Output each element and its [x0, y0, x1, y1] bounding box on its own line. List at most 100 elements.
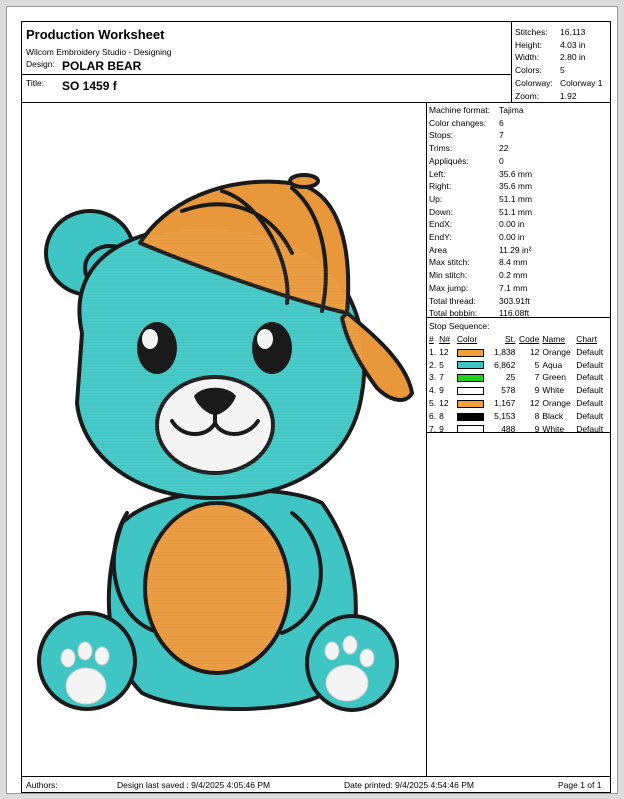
- sequence-chart: Default: [576, 359, 604, 370]
- stop-sequence-table: # N# Color St. Code Name Chart 1. 12 1,838 12 Oran…: [429, 333, 610, 435]
- sequence-code: 12: [529, 398, 540, 409]
- summary-value: 4.03 in: [560, 39, 586, 50]
- summary-row: Width: 2.80 in: [515, 51, 603, 64]
- machine-info-row: Area 11.29 in²: [429, 244, 532, 257]
- software-name: Wilcom Embroidery Studio - Designing: [26, 47, 172, 57]
- machine-info-label: EndY:: [429, 232, 452, 243]
- sequence-n: 8: [439, 410, 444, 421]
- machine-info-label: Machine format:: [429, 105, 490, 115]
- color-swatch: [456, 399, 484, 408]
- stop-sequence-title: Stop Sequence:: [429, 321, 490, 331]
- sequence-header: Code: [519, 334, 540, 345]
- sequence-st: 1,838: [494, 346, 516, 357]
- sequence-code: 12: [529, 346, 540, 357]
- sequence-header: Name: [542, 334, 566, 345]
- title-label: Title:: [26, 78, 45, 88]
- machine-info-value: 0.2 mm: [499, 270, 528, 281]
- sequence-row: 6. 8 5,153 8 Black Default: [429, 409, 610, 422]
- color-swatch: [456, 348, 484, 357]
- summary-value: Colorway 1: [560, 77, 603, 88]
- machine-info-row: Stops: 7: [429, 129, 532, 142]
- footer-date-printed: Date printed: 9/4/2025 4:54:46 PM: [344, 780, 474, 790]
- machine-info-row: Max stitch: 8.4 mm: [429, 256, 532, 269]
- design-title: SO 1459 f: [62, 79, 117, 93]
- machine-info-label: Total bobbin:: [429, 308, 478, 319]
- sequence-num: 3.: [429, 372, 437, 383]
- sequence-st: 488: [501, 423, 516, 434]
- machine-info-value: 0.00 in: [499, 219, 525, 230]
- sequence-st: 6,862: [494, 359, 516, 370]
- machine-info-row: Total thread: 303.91ft: [429, 295, 532, 308]
- machine-info-row: Appliqués: 0: [429, 155, 532, 168]
- sequence-row: 5. 12 1,167 12 Orange Default: [429, 397, 610, 410]
- sequence-color-swatch: [456, 346, 493, 359]
- sequence-n: 9: [439, 423, 444, 434]
- machine-info-value: 8.4 mm: [499, 257, 528, 268]
- machine-info-value: 35.6 mm: [499, 168, 533, 179]
- machine-info-value: 51.1 mm: [499, 206, 533, 217]
- machine-info-label: Max stitch:: [429, 257, 470, 268]
- sequence-row: 4. 9 578 9 White Default: [429, 384, 610, 397]
- sequence-header: Color: [456, 334, 478, 345]
- summary-label: Colors:: [515, 65, 542, 76]
- sequence-name: White: [542, 423, 565, 434]
- summary-label: Width:: [515, 52, 540, 63]
- sequence-row: 2. 5 6,862 5 Aqua Default: [429, 358, 610, 371]
- machine-info-value: 35.6 mm: [499, 181, 533, 192]
- sequence-chart: Default: [576, 423, 604, 434]
- sequence-row: 1. 12 1,838 12 Orange Default: [429, 346, 610, 359]
- machine-info-value: 7.1 mm: [499, 282, 528, 293]
- sequence-chart: Default: [576, 346, 604, 357]
- machine-info-label: Up:: [429, 193, 443, 204]
- machine-info-row: Color changes: 6: [429, 117, 532, 130]
- sequence-code: 8: [534, 410, 540, 421]
- sequence-color-swatch: [456, 384, 493, 397]
- sequence-color-swatch: [456, 422, 493, 435]
- machine-info-label: Appliqués:: [429, 155, 469, 166]
- sequence-chart: Default: [576, 372, 604, 383]
- summary-value: 16,113: [560, 27, 586, 37]
- machine-info-row: Down: 51.1 mm: [429, 206, 532, 219]
- machine-info-label: Left:: [429, 168, 446, 179]
- sequence-color-swatch: [456, 409, 493, 422]
- machine-info-row: Min stitch: 0.2 mm: [429, 269, 532, 282]
- sequence-color-swatch: [456, 358, 493, 371]
- machine-info-row: Right: 35.6 mm: [429, 180, 532, 193]
- machine-info-label: Max jump:: [429, 282, 469, 293]
- summary-row: Zoom: 1.92: [515, 90, 603, 103]
- footer-authors: Authors:: [26, 780, 58, 790]
- footer-last-saved: Design last saved : 9/4/2025 4:05:46 PM: [117, 780, 271, 790]
- machine-info-row: Up: 51.1 mm: [429, 193, 532, 206]
- color-swatch: [456, 412, 484, 421]
- machine-info-value: 7: [499, 130, 504, 141]
- color-swatch: [456, 387, 484, 396]
- sequence-header: N#: [439, 334, 450, 345]
- summary-label: Zoom:: [515, 90, 540, 101]
- sequence-n: 5: [439, 359, 444, 370]
- machine-info-row: Max jump: 7.1 mm: [429, 282, 532, 295]
- sequence-header: Chart: [576, 334, 597, 345]
- sequence-st: 578: [501, 385, 516, 396]
- sequence-num: 5.: [429, 398, 437, 409]
- machine-info-value: 0: [499, 155, 504, 166]
- sequence-name: Orange: [542, 346, 571, 357]
- sequence-st: 25: [505, 372, 516, 383]
- sequence-st: 5,153: [494, 410, 516, 421]
- design-name: POLAR BEAR: [62, 59, 142, 73]
- summary-label: Stitches:: [515, 27, 548, 37]
- sequence-name: Green: [542, 372, 566, 383]
- sequence-name: Orange: [542, 398, 571, 409]
- worksheet-frame: Production Worksheet Wilcom Embroidery S…: [21, 21, 611, 793]
- summary-label: Height:: [515, 39, 542, 50]
- summary-panel: Stitches: 16,113 Height: 4.03 in Width: 2.80 …: [515, 26, 603, 102]
- color-swatch: [456, 361, 484, 370]
- sequence-num: 1.: [429, 346, 437, 357]
- sequence-name: Aqua: [542, 359, 563, 370]
- summary-value: 5: [560, 65, 565, 76]
- color-swatch: [456, 374, 484, 383]
- worksheet-title: Production Worksheet: [26, 27, 165, 42]
- machine-info-label: Down:: [429, 206, 454, 217]
- machine-info-row: Total bobbin: 116.08ft: [429, 307, 532, 320]
- machine-info-row: EndY: 0.00 in: [429, 231, 532, 244]
- machine-info-value: 11.29 in²: [499, 244, 532, 255]
